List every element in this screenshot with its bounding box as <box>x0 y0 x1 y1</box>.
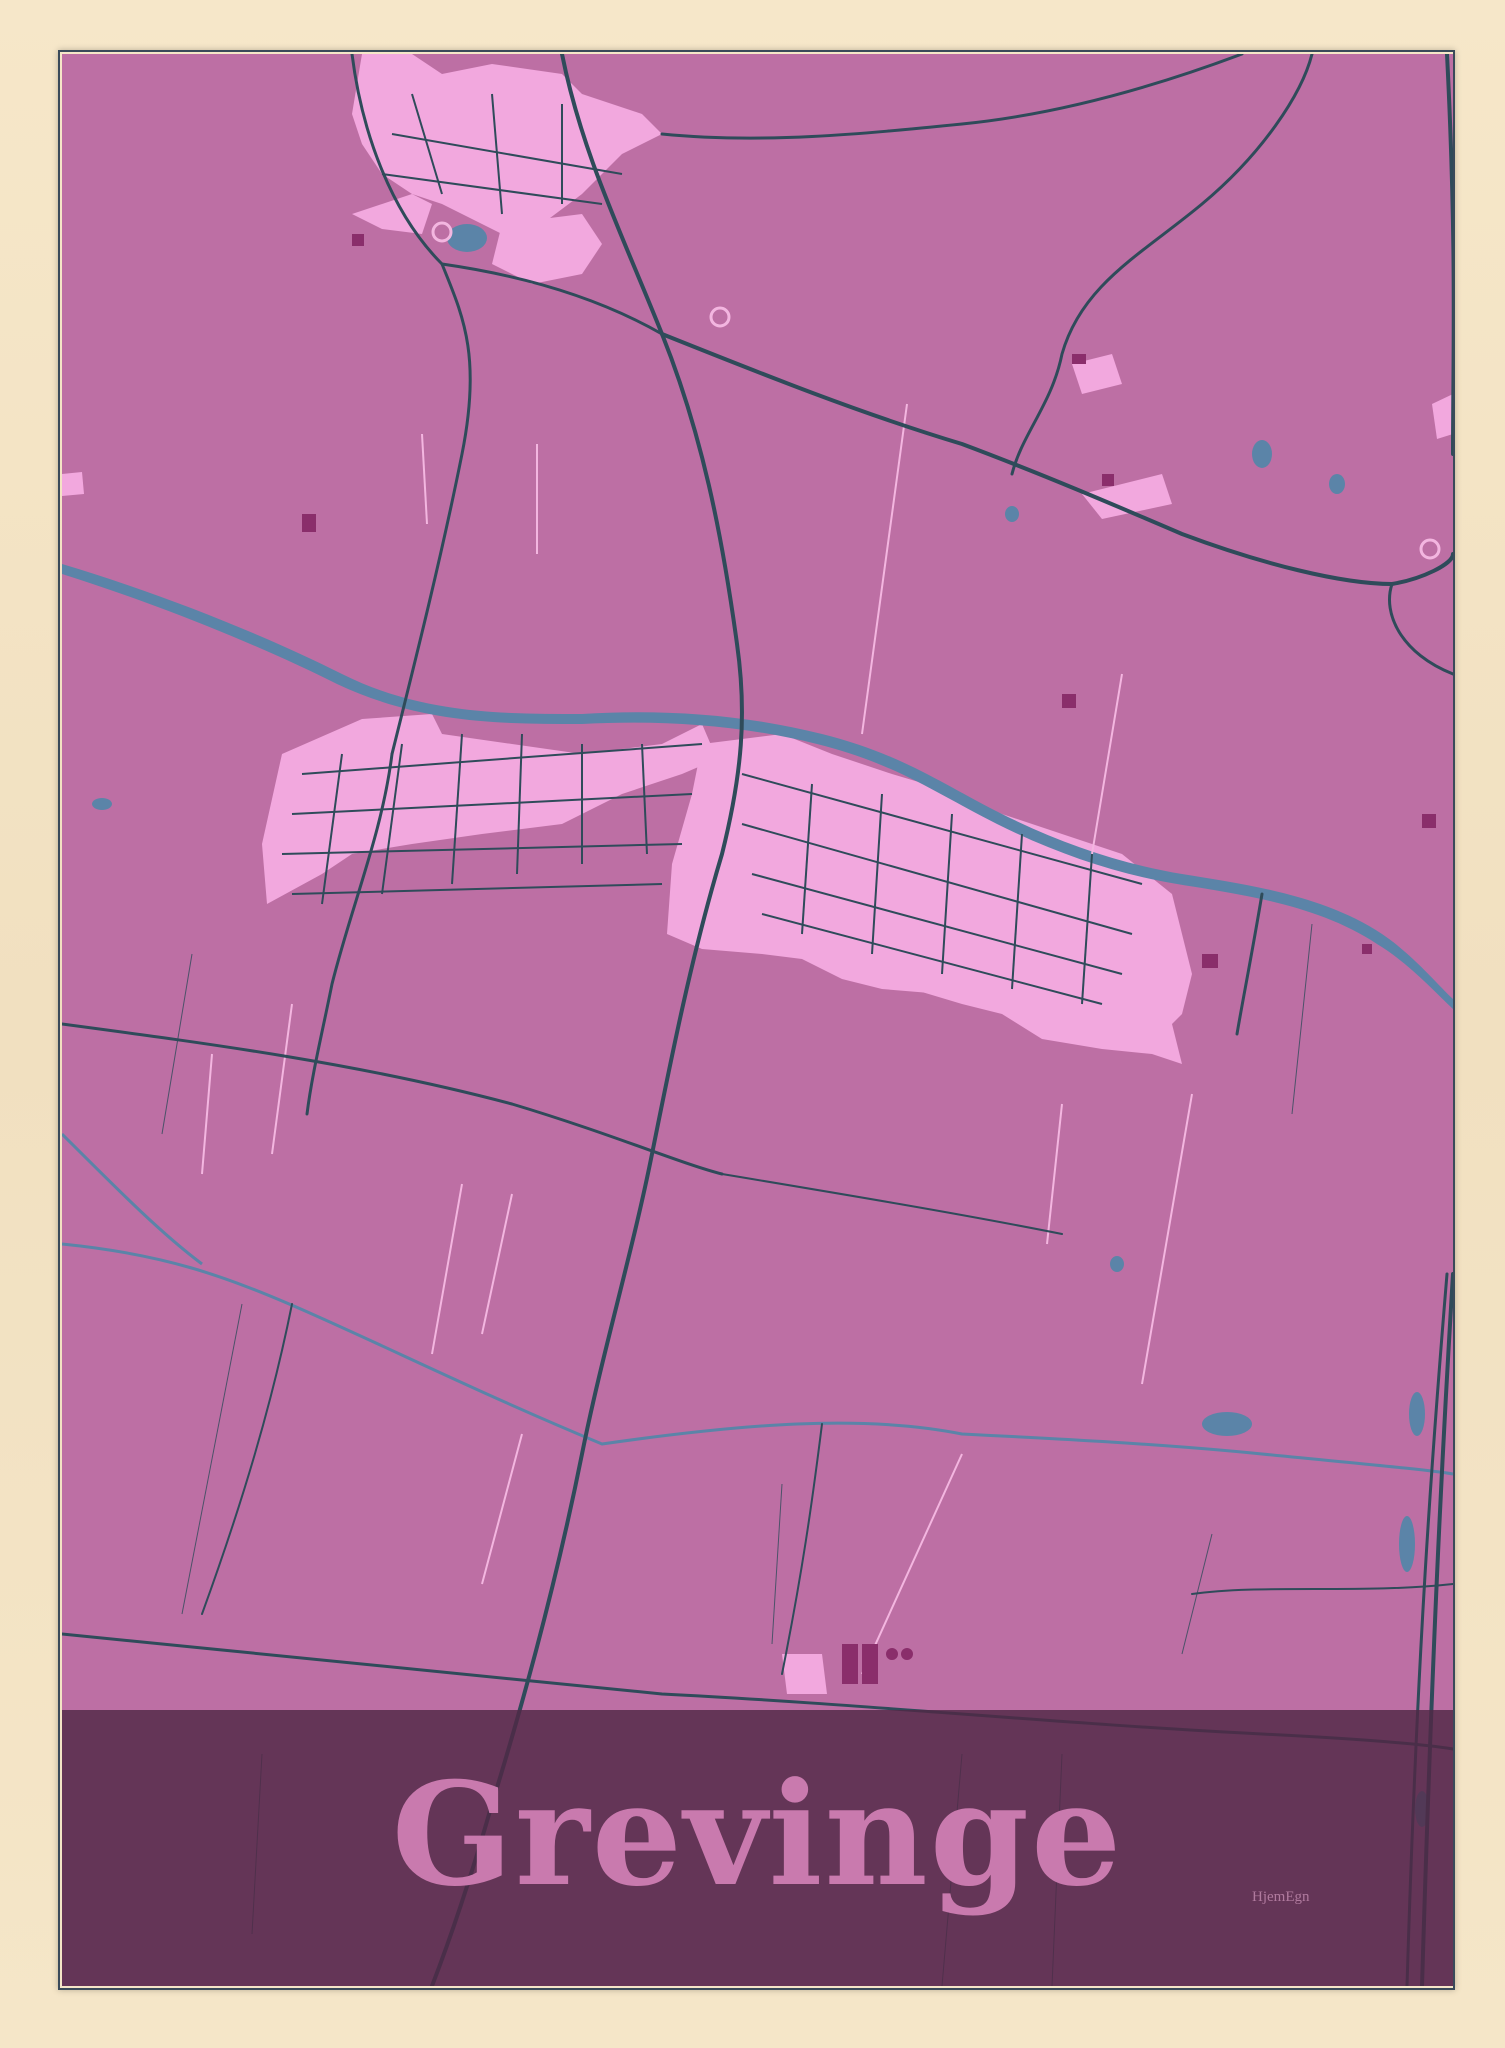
building-1 <box>842 1644 858 1684</box>
street-map <box>62 54 1453 1986</box>
pond-east-3 <box>1005 506 1019 522</box>
poster-frame: Grevinge HjemEgn <box>0 0 1505 2048</box>
building-5 <box>1062 694 1076 708</box>
building-2 <box>862 1644 878 1684</box>
pond-south-east-3 <box>1399 1516 1415 1572</box>
urban-patch-south <box>782 1654 827 1694</box>
pond-mid-east <box>1110 1256 1124 1272</box>
pond-east-1 <box>1252 440 1272 468</box>
building-3 <box>886 1648 898 1660</box>
roundabout-east <box>1419 538 1441 560</box>
building-12 <box>1362 944 1372 954</box>
pond-east-2 <box>1329 474 1345 494</box>
pond-north <box>447 224 487 252</box>
pond-south-east-1 <box>1202 1412 1252 1436</box>
roundabout-north-west <box>431 221 453 243</box>
roundabout-north <box>709 306 731 328</box>
building-8 <box>352 234 364 246</box>
building-9 <box>302 514 316 532</box>
map-poster: Grevinge HjemEgn <box>62 54 1453 1986</box>
building-11 <box>1422 814 1436 828</box>
pond-south-east-2 <box>1409 1392 1425 1436</box>
land-area <box>62 54 1453 1986</box>
pond-west <box>92 798 112 810</box>
building-6 <box>1072 354 1086 364</box>
building-4 <box>901 1648 913 1660</box>
building-7 <box>1102 474 1114 486</box>
brand-mark: HjemEgn <box>1252 1889 1310 1905</box>
building-10 <box>1202 954 1218 968</box>
urban-patch-west-1 <box>62 472 84 496</box>
town-title: Grevinge <box>391 1752 1124 1918</box>
